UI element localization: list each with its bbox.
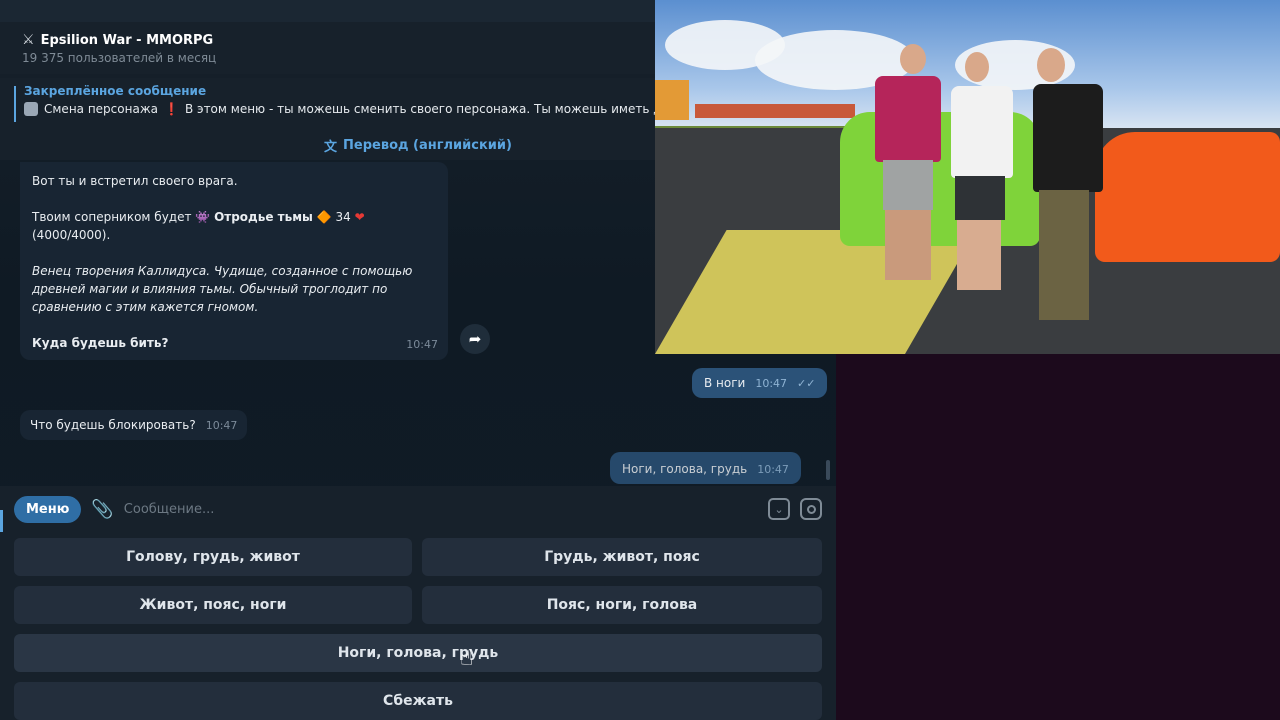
enemy-message: Вот ты и встретил своего врага. Твоим со… xyxy=(20,162,448,360)
incoming-message: Что будешь блокировать? 10:47 xyxy=(20,410,248,440)
heart-icon: ❤ xyxy=(354,210,365,224)
character-icon xyxy=(24,102,38,116)
scrollbar-thumb[interactable] xyxy=(826,460,830,480)
enemy-question: Куда будешь бить? xyxy=(32,336,169,350)
level-icon: 🔶 xyxy=(316,210,336,224)
enemy-description: Венец творения Каллидуса. Чудище, создан… xyxy=(32,264,413,314)
message-time: 10:47 xyxy=(205,419,238,432)
enemy-hp: (4000/4000). xyxy=(32,228,111,242)
menu-button[interactable]: Меню xyxy=(14,495,82,523)
keyboard-button-4[interactable]: Пояс, ноги, голова xyxy=(422,586,822,624)
keyboard-toggle-icon[interactable]: ⌄ xyxy=(768,498,790,520)
video-overlay[interactable] xyxy=(655,0,1280,354)
message-text: В ноги xyxy=(704,376,746,390)
enemy-line1: Вот ты и встретил своего врага. xyxy=(32,174,238,188)
pinned-text-rest: В этом меню - ты можешь сменить своего п… xyxy=(184,102,662,116)
outgoing-message-sending: Ноги, голова, грудь 10:47 xyxy=(610,452,801,484)
message-composer: Меню 📎 ⌄ xyxy=(0,486,836,532)
double-check-icon: ✓✓ xyxy=(797,377,816,390)
outgoing-message: В ноги 10:47 ✓✓ xyxy=(692,368,828,398)
crossed-swords-icon: ⚔ xyxy=(22,32,35,48)
message-text: Что будешь блокировать? xyxy=(30,418,196,432)
message-time: 10:47 xyxy=(757,463,789,476)
pinned-accent-bar xyxy=(14,86,16,122)
sticker-icon[interactable] xyxy=(800,498,822,520)
message-text: Ноги, голова, грудь xyxy=(622,462,748,476)
message-input[interactable] xyxy=(123,501,758,517)
keyboard-button-flee[interactable]: Сбежать xyxy=(14,682,822,720)
pinned-text: Смена персонажа xyxy=(44,102,158,116)
right-background xyxy=(836,354,1280,720)
share-icon[interactable]: ➦ xyxy=(460,324,490,354)
monster-icon: 👾 xyxy=(195,210,215,224)
keyboard-button-2[interactable]: Грудь, живот, пояс xyxy=(422,538,822,576)
enemy-line2: Твоим соперником будет 👾 Отродье тьмы 🔶 … xyxy=(32,210,365,242)
enemy-name: Отродье тьмы xyxy=(214,210,313,224)
reply-keyboard: Голову, грудь, живот Грудь, живот, пояс … xyxy=(0,532,836,720)
keyboard-button-3[interactable]: Живот, пояс, ноги xyxy=(14,586,412,624)
message-time: 10:47 xyxy=(755,377,788,390)
attach-icon[interactable]: 📎 xyxy=(91,499,113,520)
building-shape xyxy=(655,80,689,120)
hand-cursor-icon: ☝ xyxy=(460,646,474,671)
translate-label: Перевод (английский) xyxy=(343,137,512,153)
keyboard-button-5[interactable]: Ноги, голова, грудь xyxy=(14,634,822,672)
enemy-level: 34 xyxy=(335,210,351,224)
keyboard-button-1[interactable]: Голову, грудь, живот xyxy=(14,538,412,576)
building-shape xyxy=(695,104,855,118)
message-time: 10:47 xyxy=(406,338,438,351)
orange-car-shape xyxy=(1095,132,1280,262)
translate-icon: 文 xyxy=(324,139,338,155)
exclamation-icon: ❗ xyxy=(163,102,179,116)
chat-title: Epsilion War - MMORPG xyxy=(40,32,214,48)
